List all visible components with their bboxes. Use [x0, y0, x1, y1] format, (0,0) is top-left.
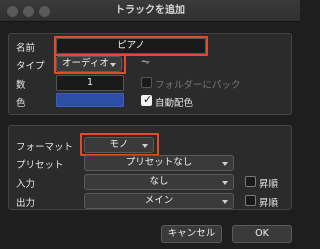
- output-label: 出力: [16, 198, 36, 209]
- output-ascending-checkbox[interactable]: [245, 195, 256, 206]
- chevron-down-icon: [222, 181, 228, 185]
- output-dropdown[interactable]: メイン: [84, 193, 234, 209]
- input-ascending-label: 昇順: [259, 179, 279, 190]
- folder-pack-label: フォルダーにパック: [155, 80, 241, 91]
- folder-pack-checkbox[interactable]: [141, 77, 152, 88]
- output-ascending-label: 昇順: [259, 198, 279, 209]
- format-highlight-box: [80, 133, 159, 156]
- name-highlight-box: [54, 36, 208, 56]
- preset-dropdown[interactable]: プリセットなし: [84, 155, 234, 171]
- chevron-down-icon: [222, 162, 228, 166]
- input-label: 入力: [16, 179, 36, 190]
- cancel-button[interactable]: キャンセル: [161, 225, 222, 243]
- preset-value: プリセットなし: [125, 157, 193, 168]
- checkmark-icon: ✓: [143, 93, 153, 106]
- color-swatch[interactable]: [56, 93, 124, 107]
- preset-label: プリセット: [16, 160, 64, 171]
- type-highlight-box: [54, 54, 126, 74]
- color-label: 色: [16, 98, 26, 109]
- window-title: トラックを追加: [115, 5, 185, 16]
- count-label: 数: [16, 80, 26, 91]
- waveform-icon: ⏦: [141, 55, 150, 68]
- input-value: なし: [149, 176, 169, 187]
- count-input[interactable]: 1: [56, 75, 124, 91]
- type-label: タイプ: [16, 61, 45, 72]
- output-value: メイン: [144, 195, 174, 206]
- auto-color-checkbox[interactable]: ✓: [141, 93, 153, 106]
- input-ascending-checkbox[interactable]: [245, 176, 256, 187]
- name-label: 名前: [16, 43, 36, 54]
- chevron-down-icon: [222, 200, 228, 204]
- format-label: フォーマット: [16, 142, 74, 153]
- input-dropdown[interactable]: なし: [84, 174, 234, 190]
- auto-color-label: 自動配色: [155, 98, 194, 109]
- ok-button[interactable]: OK: [232, 225, 292, 243]
